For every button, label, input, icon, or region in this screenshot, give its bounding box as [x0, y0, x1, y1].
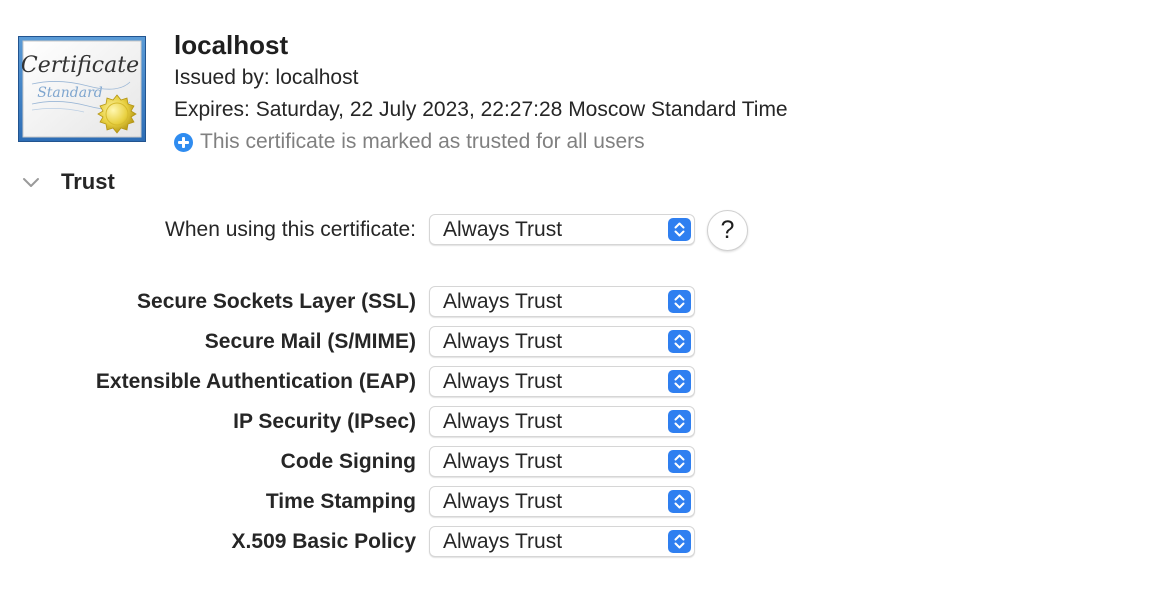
certificate-icon: Certificate Standard [18, 36, 146, 142]
policy-label-code-signing: Code Signing [280, 450, 416, 473]
when-using-label: When using this certificate: [165, 218, 416, 241]
stepper-arrows-icon [668, 370, 691, 393]
stepper-arrows-icon [668, 490, 691, 513]
expiration-text: Expires: Saturday, 22 July 2023, 22:27:2… [174, 98, 788, 121]
policy-popup-time-stamping[interactable]: Always Trust [429, 486, 695, 517]
trust-status-text: This certificate is marked as trusted fo… [200, 130, 645, 153]
policy-popup-ssl[interactable]: Always Trust [429, 286, 695, 317]
certificate-icon-title: Certificate [21, 53, 139, 78]
help-button[interactable]: ? [707, 210, 748, 251]
popup-value: Always Trust [443, 450, 563, 473]
stepper-arrows-icon [668, 410, 691, 433]
policy-popup-ipsec[interactable]: Always Trust [429, 406, 695, 437]
policy-popup-smime[interactable]: Always Trust [429, 326, 695, 357]
stepper-arrows-icon [668, 330, 691, 353]
policy-popup-x509[interactable]: Always Trust [429, 526, 695, 557]
popup-value: Always Trust [443, 490, 563, 513]
issued-by-text: Issued by: localhost [174, 66, 359, 89]
stepper-arrows-icon [668, 530, 691, 553]
when-using-popup[interactable]: Always Trust [429, 214, 695, 245]
policy-label-x509: X.509 Basic Policy [231, 530, 416, 553]
popup-value: Always Trust [443, 218, 563, 241]
plus-circle-icon [174, 132, 193, 152]
policy-popup-code-signing[interactable]: Always Trust [429, 446, 695, 477]
chevron-down-icon[interactable] [20, 172, 42, 194]
certificate-name: localhost [174, 30, 289, 60]
stepper-arrows-icon [668, 218, 691, 241]
stepper-arrows-icon [668, 290, 691, 313]
policy-popup-eap[interactable]: Always Trust [429, 366, 695, 397]
policy-label-ssl: Secure Sockets Layer (SSL) [137, 290, 416, 313]
policy-label-time-stamping: Time Stamping [265, 490, 416, 513]
popup-value: Always Trust [443, 370, 563, 393]
trust-section-heading: Trust [61, 169, 115, 194]
popup-value: Always Trust [443, 290, 563, 313]
policy-label-smime: Secure Mail (S/MIME) [204, 330, 416, 353]
popup-value: Always Trust [443, 330, 563, 353]
stepper-arrows-icon [668, 450, 691, 473]
popup-value: Always Trust [443, 530, 563, 553]
policy-label-eap: Extensible Authentication (EAP) [95, 370, 416, 393]
trust-status: This certificate is marked as trusted fo… [174, 129, 645, 155]
popup-value: Always Trust [443, 410, 563, 433]
policy-label-ipsec: IP Security (IPsec) [233, 410, 416, 433]
